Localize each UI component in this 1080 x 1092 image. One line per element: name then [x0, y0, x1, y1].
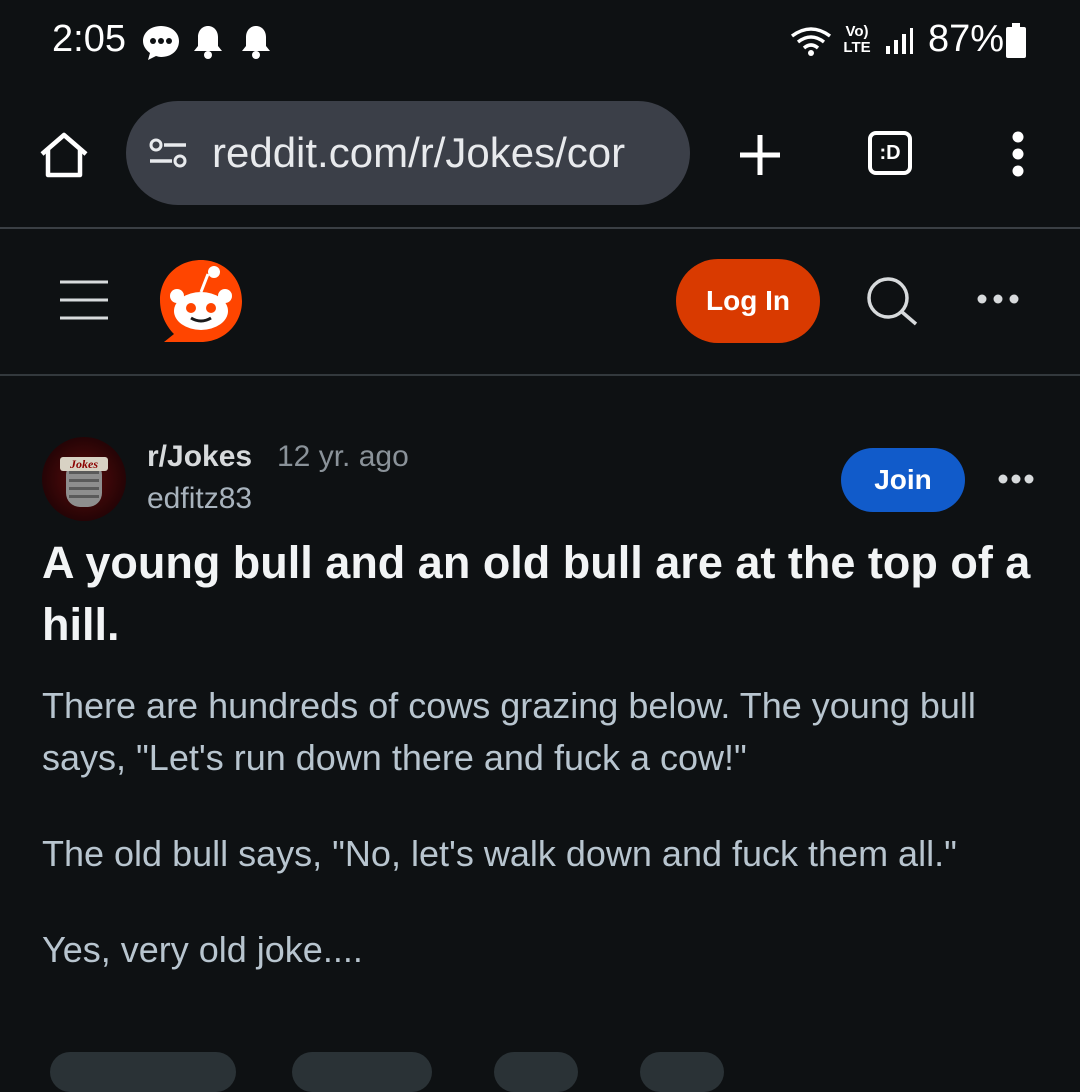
- post-age: 12 yr. ago: [277, 440, 409, 473]
- battery-icon: [1006, 23, 1026, 58]
- tab-switcher-button[interactable]: :D: [868, 131, 912, 175]
- more-icon[interactable]: [976, 292, 1020, 306]
- subreddit-avatar[interactable]: Jokes: [42, 437, 126, 521]
- subreddit-name[interactable]: r/Jokes: [147, 440, 252, 474]
- reddit-logo-icon[interactable]: [158, 258, 244, 344]
- post-author[interactable]: edfitz83: [147, 482, 252, 516]
- search-icon[interactable]: [866, 276, 920, 326]
- bell-icon: [242, 26, 270, 59]
- post-body-paragraph: The old bull says, "No, let's walk down …: [42, 833, 957, 874]
- avatar-logo-text: Jokes: [69, 457, 98, 471]
- post-body: There are hundreds of cows grazing below…: [42, 680, 1042, 976]
- url-bar[interactable]: reddit.com/r/Jokes/cor: [126, 101, 690, 205]
- wifi-icon: [790, 27, 832, 56]
- site-settings-icon[interactable]: [148, 137, 188, 169]
- join-button[interactable]: Join: [841, 448, 965, 512]
- share-action-pill[interactable]: [640, 1052, 724, 1092]
- signal-icon: [886, 28, 913, 54]
- hamburger-menu-icon[interactable]: [60, 280, 108, 320]
- award-action-pill[interactable]: [494, 1052, 578, 1092]
- header-divider: [0, 374, 1080, 376]
- comments-action-pill[interactable]: [292, 1052, 432, 1092]
- battery-percentage: 87%: [928, 18, 1005, 60]
- url-text[interactable]: reddit.com/r/Jokes/cor: [212, 129, 672, 177]
- message-icon: [143, 26, 179, 60]
- bell-icon: [194, 26, 222, 59]
- upvote-action-pill[interactable]: [50, 1052, 236, 1092]
- tab-switcher-icon: :D: [879, 141, 901, 164]
- post-options-icon[interactable]: [998, 473, 1034, 485]
- post-title[interactable]: A young bull and an old bull are at the …: [42, 532, 1042, 656]
- new-tab-icon[interactable]: [738, 133, 782, 177]
- status-time: 2:05: [52, 18, 126, 60]
- network-type-label: Vo) LTE: [843, 23, 871, 56]
- login-button[interactable]: Log In: [676, 259, 820, 343]
- post-body-paragraph: Yes, very old joke....: [42, 929, 363, 970]
- overflow-menu-icon[interactable]: [1008, 131, 1028, 177]
- post-body-paragraph: There are hundreds of cows grazing below…: [42, 685, 976, 778]
- status-bar: 2:05 Vo) LTE 87%: [0, 0, 1080, 82]
- home-icon[interactable]: [38, 132, 90, 178]
